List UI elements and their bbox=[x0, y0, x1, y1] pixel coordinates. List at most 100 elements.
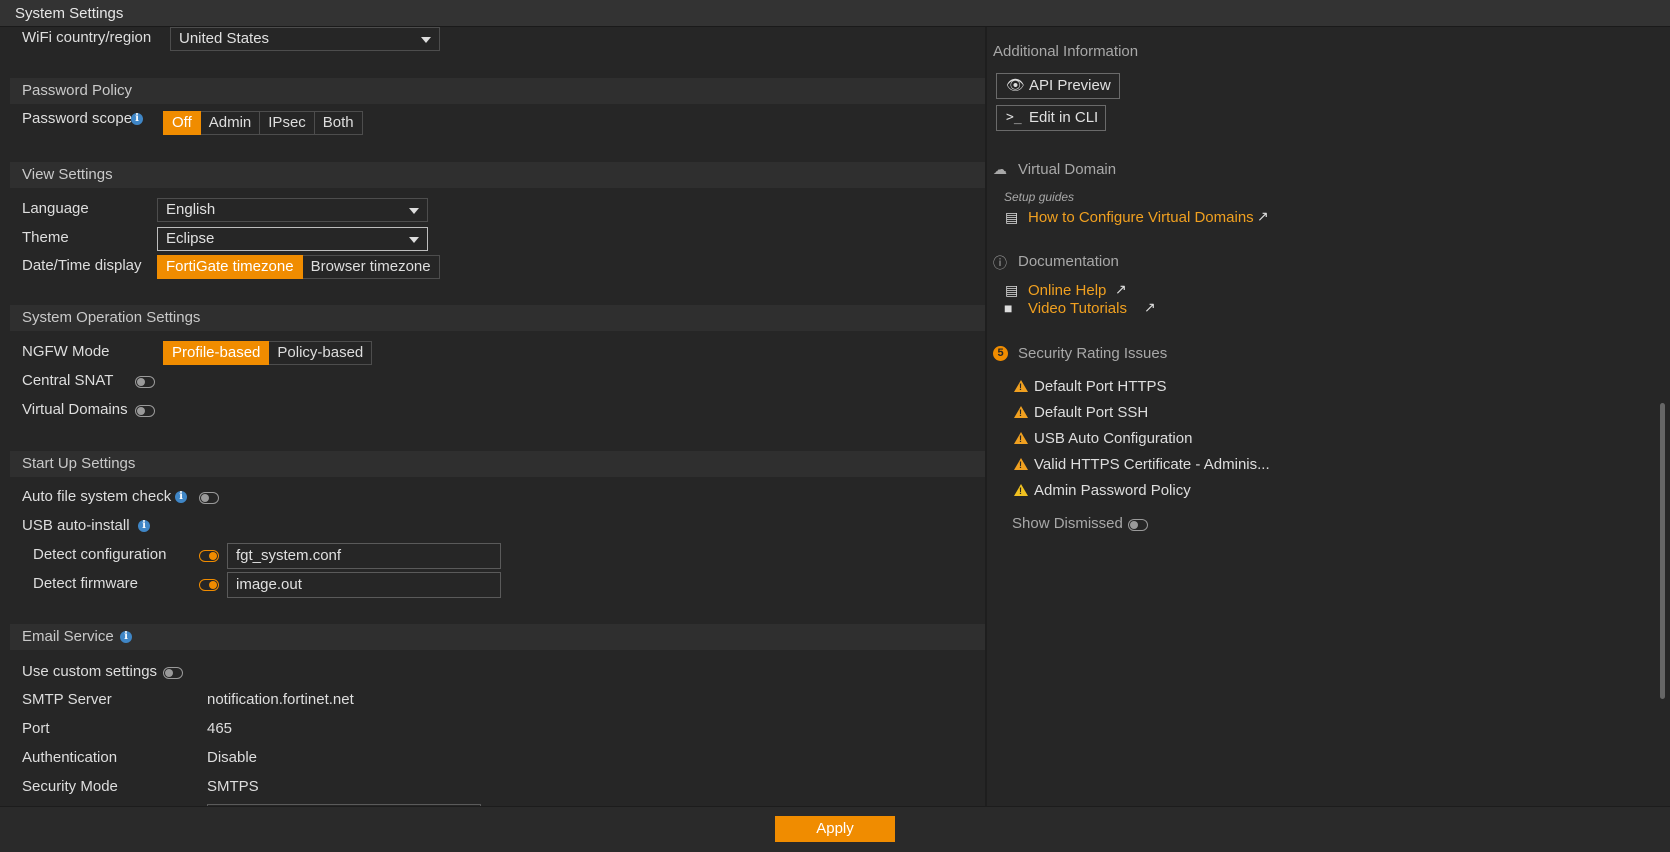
detect-firmware-label: Detect firmware bbox=[33, 575, 139, 592]
virtual-domain-heading: Virtual Domain bbox=[1018, 161, 1117, 178]
theme-value: Eclipse bbox=[166, 230, 215, 247]
sidebar-scrollbar[interactable] bbox=[1658, 27, 1670, 806]
language-label: Language bbox=[22, 200, 89, 217]
password-scope-both[interactable]: Both bbox=[314, 111, 363, 135]
theme-label: Theme bbox=[22, 229, 69, 246]
language-select[interactable]: English bbox=[157, 198, 428, 222]
security-rating-heading: Security Rating Issues bbox=[1018, 345, 1168, 362]
footer-bar: Apply bbox=[0, 806, 1670, 852]
external-link-icon[interactable]: ↗ bbox=[1257, 208, 1269, 225]
chevron-down-icon bbox=[409, 237, 419, 243]
chevron-down-icon bbox=[409, 208, 419, 214]
smtp-server-value: notification.fortinet.net bbox=[207, 691, 354, 708]
info-icon[interactable]: i bbox=[120, 631, 132, 643]
issue-item[interactable]: Admin Password Policy bbox=[1034, 482, 1191, 499]
link-video-tutorials[interactable]: Video Tutorials bbox=[1028, 300, 1127, 317]
authentication-label: Authentication bbox=[22, 749, 118, 766]
section-email-service: Email Service bbox=[10, 624, 985, 650]
detect-config-label: Detect configuration bbox=[33, 546, 167, 563]
additional-info-heading: Additional Information bbox=[993, 43, 1139, 60]
usb-auto-install-label: USB auto-install bbox=[22, 517, 130, 534]
issue-item[interactable]: Default Port HTTPS bbox=[1034, 378, 1167, 395]
documentation-heading: Documentation bbox=[1018, 253, 1119, 270]
book-icon: ▤ bbox=[1005, 282, 1019, 298]
issue-count-badge: 5 bbox=[993, 346, 1008, 361]
datetime-label: Date/Time display bbox=[22, 257, 142, 274]
password-scope-off[interactable]: Off bbox=[163, 111, 201, 135]
smtp-server-label: SMTP Server bbox=[22, 691, 112, 708]
settings-panel: WiFi country/region United States Passwo… bbox=[0, 27, 985, 806]
ngfw-mode-selector: Profile-based Policy-based bbox=[163, 341, 373, 365]
datetime-browser-timezone[interactable]: Browser timezone bbox=[302, 255, 440, 279]
external-link-icon[interactable]: ↗ bbox=[1144, 299, 1156, 316]
show-dismissed-label: Show Dismissed bbox=[1012, 515, 1123, 532]
wifi-label: WiFi country/region bbox=[22, 29, 152, 46]
detect-config-input[interactable]: fgt_system.conf bbox=[227, 543, 501, 569]
info-icon[interactable]: i bbox=[138, 520, 150, 532]
use-custom-settings-toggle[interactable] bbox=[163, 667, 183, 679]
language-value: English bbox=[166, 201, 216, 218]
edit-in-cli-button[interactable]: >_ Edit in CLI bbox=[996, 105, 1106, 131]
ngfw-mode-label: NGFW Mode bbox=[22, 343, 110, 360]
cloud-icon: ☁ bbox=[993, 161, 1007, 177]
datetime-fortigate-timezone[interactable]: FortiGate timezone bbox=[157, 255, 303, 279]
issue-item[interactable]: Valid HTTPS Certificate - Adminis... bbox=[1034, 456, 1270, 473]
show-dismissed-toggle[interactable] bbox=[1128, 519, 1148, 531]
info-sidebar: Additional Information 👁 API Preview >_ … bbox=[987, 27, 1658, 806]
virtual-domains-label: Virtual Domains bbox=[22, 401, 128, 418]
ngfw-profile-based[interactable]: Profile-based bbox=[163, 341, 270, 365]
security-mode-label: Security Mode bbox=[22, 778, 118, 795]
edit-in-cli-label: Edit in CLI bbox=[1029, 109, 1099, 126]
central-snat-toggle[interactable] bbox=[135, 376, 155, 388]
warning-icon: ! bbox=[1014, 432, 1028, 444]
eye-icon: 👁 bbox=[1006, 77, 1026, 94]
use-custom-settings-label: Use custom settings bbox=[22, 663, 158, 680]
scrollbar-thumb[interactable] bbox=[1660, 403, 1665, 699]
info-icon[interactable]: i bbox=[131, 113, 143, 125]
theme-select[interactable]: Eclipse bbox=[157, 227, 428, 251]
password-scope-admin[interactable]: Admin bbox=[200, 111, 261, 135]
datetime-selector: FortiGate timezone Browser timezone bbox=[157, 255, 440, 279]
password-scope-ipsec[interactable]: IPsec bbox=[260, 111, 315, 135]
ngfw-policy-based[interactable]: Policy-based bbox=[269, 341, 373, 365]
section-view-settings: View Settings bbox=[10, 162, 985, 188]
issue-item[interactable]: Default Port SSH bbox=[1034, 404, 1148, 421]
authentication-value: Disable bbox=[207, 749, 258, 766]
detect-config-toggle[interactable] bbox=[199, 550, 219, 562]
warning-icon: ! bbox=[1014, 458, 1028, 470]
question-circle-icon: ⓘ bbox=[993, 255, 1007, 271]
setup-guides-label: Setup guides bbox=[1004, 190, 1075, 204]
link-configure-virtual-domains[interactable]: How to Configure Virtual Domains bbox=[1028, 209, 1254, 226]
apply-button[interactable]: Apply bbox=[775, 816, 895, 842]
central-snat-label: Central SNAT bbox=[22, 372, 114, 389]
detect-firmware-toggle[interactable] bbox=[199, 579, 219, 591]
section-system-operation: System Operation Settings bbox=[10, 305, 985, 331]
window-title: System Settings bbox=[0, 0, 1670, 27]
terminal-icon: >_ bbox=[1006, 110, 1022, 125]
port-value: 465 bbox=[207, 720, 233, 737]
warning-icon: ! bbox=[1014, 484, 1028, 496]
external-link-icon[interactable]: ↗ bbox=[1115, 281, 1127, 298]
port-label: Port bbox=[22, 720, 50, 737]
api-preview-label: API Preview bbox=[1029, 77, 1111, 94]
section-password-policy: Password Policy bbox=[10, 78, 985, 104]
virtual-domains-toggle[interactable] bbox=[135, 405, 155, 417]
detect-firmware-input[interactable]: image.out bbox=[227, 572, 501, 598]
api-preview-button[interactable]: 👁 API Preview bbox=[996, 73, 1120, 99]
book-icon: ▤ bbox=[1005, 209, 1019, 225]
password-scope-label: Password scope bbox=[22, 110, 133, 127]
password-scope-selector: Off Admin IPsec Both bbox=[163, 111, 363, 135]
wifi-country-select[interactable]: United States bbox=[170, 27, 440, 51]
email-service-title: Email Service bbox=[22, 628, 114, 645]
chevron-down-icon bbox=[421, 37, 431, 43]
auto-fs-check-label: Auto file system check bbox=[22, 488, 172, 505]
video-icon: ■ bbox=[1004, 300, 1013, 316]
auto-fs-check-toggle[interactable] bbox=[199, 492, 219, 504]
section-startup-settings: Start Up Settings bbox=[10, 451, 985, 477]
info-icon[interactable]: i bbox=[175, 491, 187, 503]
warning-icon: ! bbox=[1014, 380, 1028, 392]
issue-item[interactable]: USB Auto Configuration bbox=[1034, 430, 1192, 447]
security-mode-value: SMTPS bbox=[207, 778, 259, 795]
link-online-help[interactable]: Online Help bbox=[1028, 282, 1106, 299]
wifi-country-value: United States bbox=[179, 30, 270, 47]
